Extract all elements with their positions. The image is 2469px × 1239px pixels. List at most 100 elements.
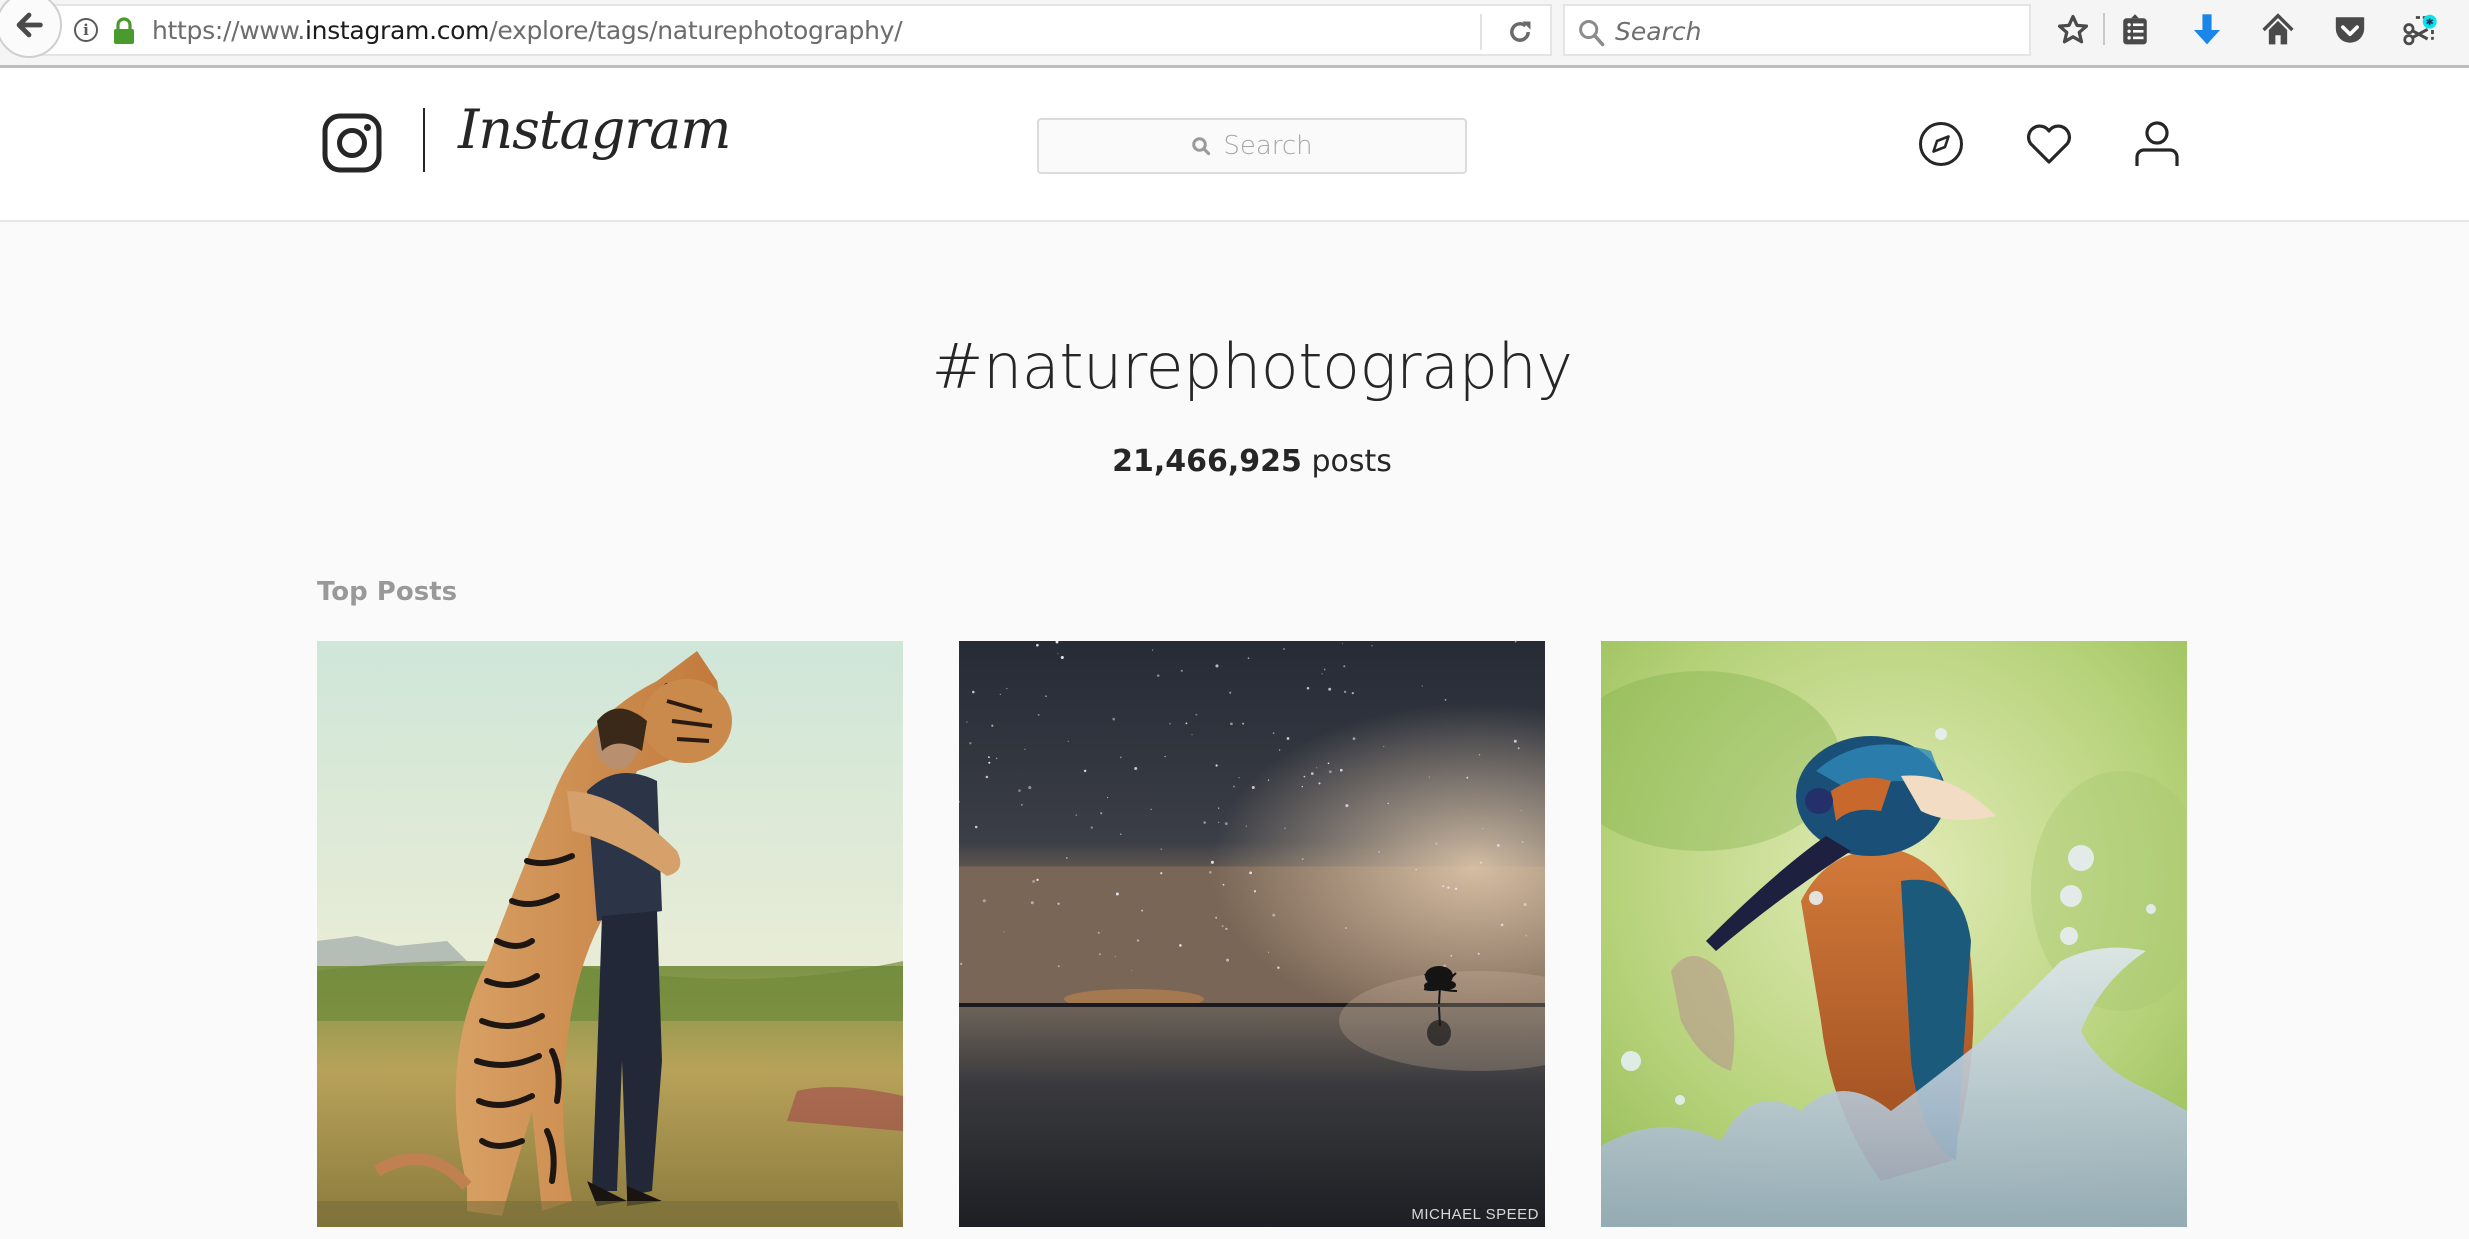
- top-posts-heading: Top Posts: [317, 577, 458, 607]
- star-dot: [1150, 808, 1152, 810]
- star-dot: [999, 693, 1001, 695]
- home-button[interactable]: [2260, 12, 2296, 48]
- logo-divider: [423, 108, 425, 172]
- url-separator: [1480, 14, 1482, 50]
- bookmark-star-button[interactable]: [2055, 12, 2091, 48]
- reload-icon: [1510, 21, 1531, 42]
- star-dot: [1141, 909, 1144, 912]
- star-dot: [1466, 776, 1469, 779]
- info-icon[interactable]: i: [74, 18, 98, 42]
- star-dot: [1343, 690, 1347, 694]
- star-dot: [1482, 828, 1484, 830]
- lock-icon[interactable]: [112, 16, 136, 46]
- star-dot: [972, 690, 975, 694]
- star-dot: [1521, 841, 1524, 843]
- url-path: /explore/tags/naturephotography/: [489, 16, 903, 45]
- url-bar[interactable]: i https://www.instagram.com/explore/tags…: [40, 4, 1552, 56]
- star-dot: [1179, 944, 1182, 947]
- star-dot: [1301, 786, 1303, 788]
- star-dot: [1442, 885, 1445, 888]
- screenshot-button[interactable]: [2402, 12, 2438, 48]
- star-dot: [1341, 642, 1344, 645]
- star-dot: [1134, 767, 1138, 770]
- url-prefix: https://www.: [152, 16, 306, 45]
- star-dot: [1383, 746, 1385, 748]
- star-dot: [995, 757, 998, 760]
- star-dot: [1067, 740, 1069, 742]
- instagram-camera-logo-icon[interactable]: [322, 113, 382, 173]
- reading-list-icon: [2123, 14, 2147, 45]
- star-dot: [1249, 871, 1252, 875]
- reload-button[interactable]: [1500, 14, 1540, 50]
- activity-heart-icon: [2027, 124, 2071, 164]
- star-dot: [1352, 737, 1356, 740]
- post-image-tiger: [317, 641, 903, 1227]
- star-dot: [1517, 747, 1520, 750]
- download-button[interactable]: [2189, 12, 2225, 48]
- star-dot: [1230, 722, 1233, 726]
- post-thumbnail-night-lake[interactable]: MICHAEL SPEED: [959, 641, 1545, 1227]
- explore-button[interactable]: [1917, 120, 1965, 168]
- star-dot: [1345, 927, 1347, 929]
- browser-search-input[interactable]: [1615, 12, 2015, 50]
- home-icon: [2262, 13, 2294, 45]
- browser-search-bar[interactable]: [1563, 4, 2031, 56]
- star-dot: [1028, 786, 1032, 790]
- profile-person-icon: [2135, 121, 2179, 166]
- post-count-number: 21,466,925: [1112, 444, 1302, 479]
- star-dot: [1119, 756, 1122, 759]
- star-dot: [1229, 691, 1232, 694]
- star-dot: [1152, 649, 1154, 651]
- star-dot: [1218, 807, 1220, 809]
- browser-toolbar: i https://www.instagram.com/explore/tags…: [0, 0, 2469, 68]
- star-dot: [1160, 872, 1163, 875]
- star-dot: [1075, 814, 1078, 816]
- star-dot: [1107, 796, 1109, 799]
- star-dot: [1218, 821, 1220, 823]
- star-dot: [1301, 858, 1304, 861]
- star-dot: [1057, 965, 1060, 968]
- url-text[interactable]: https://www.instagram.com/explore/tags/n…: [152, 16, 903, 45]
- star-dot: [1045, 695, 1047, 697]
- star-dot: [1238, 777, 1240, 779]
- star-dot: [1321, 673, 1323, 675]
- star-dot: [1245, 825, 1248, 827]
- star-dot: [1210, 860, 1214, 864]
- post-image-kingfisher: [1601, 641, 2187, 1227]
- star-dot: [1097, 931, 1100, 934]
- instagram-wordmark[interactable]: Instagram: [458, 98, 731, 161]
- star-dot: [988, 756, 990, 758]
- star-dot: [1421, 685, 1423, 687]
- post-thumbnail-tiger[interactable]: [317, 641, 903, 1227]
- star-dot: [1480, 861, 1482, 864]
- star-dot: [1477, 952, 1480, 955]
- instagram-search-box[interactable]: Search: [1037, 118, 1467, 174]
- star-dot: [985, 775, 989, 779]
- post-thumbnail-kingfisher[interactable]: [1601, 641, 2187, 1227]
- reading-list-button[interactable]: [2117, 12, 2153, 48]
- star-dot: [1272, 913, 1276, 917]
- star-dot: [1224, 822, 1228, 826]
- star-dot: [1328, 770, 1332, 774]
- back-arrow-icon: [16, 12, 43, 38]
- star-dot: [1450, 954, 1453, 957]
- star-dot: [1164, 755, 1166, 758]
- star-dot: [1339, 768, 1343, 772]
- star-dot: [1328, 687, 1332, 691]
- star-dot: [1525, 935, 1528, 937]
- star-dot: [1020, 803, 1023, 806]
- star-dot: [1310, 772, 1314, 775]
- star-dot: [1323, 668, 1326, 671]
- star-dot: [1215, 764, 1218, 767]
- star-dot: [1267, 779, 1270, 781]
- pocket-button[interactable]: [2332, 12, 2368, 48]
- star-dot: [1114, 956, 1116, 958]
- star-dot: [1444, 699, 1447, 701]
- star-dot: [1318, 782, 1321, 785]
- profile-button[interactable]: [2133, 120, 2181, 168]
- star-dot: [1057, 902, 1060, 905]
- download-icon: [2193, 14, 2221, 45]
- star-dot: [1131, 969, 1133, 972]
- activity-button[interactable]: [2025, 120, 2073, 168]
- star-dot: [1496, 844, 1500, 847]
